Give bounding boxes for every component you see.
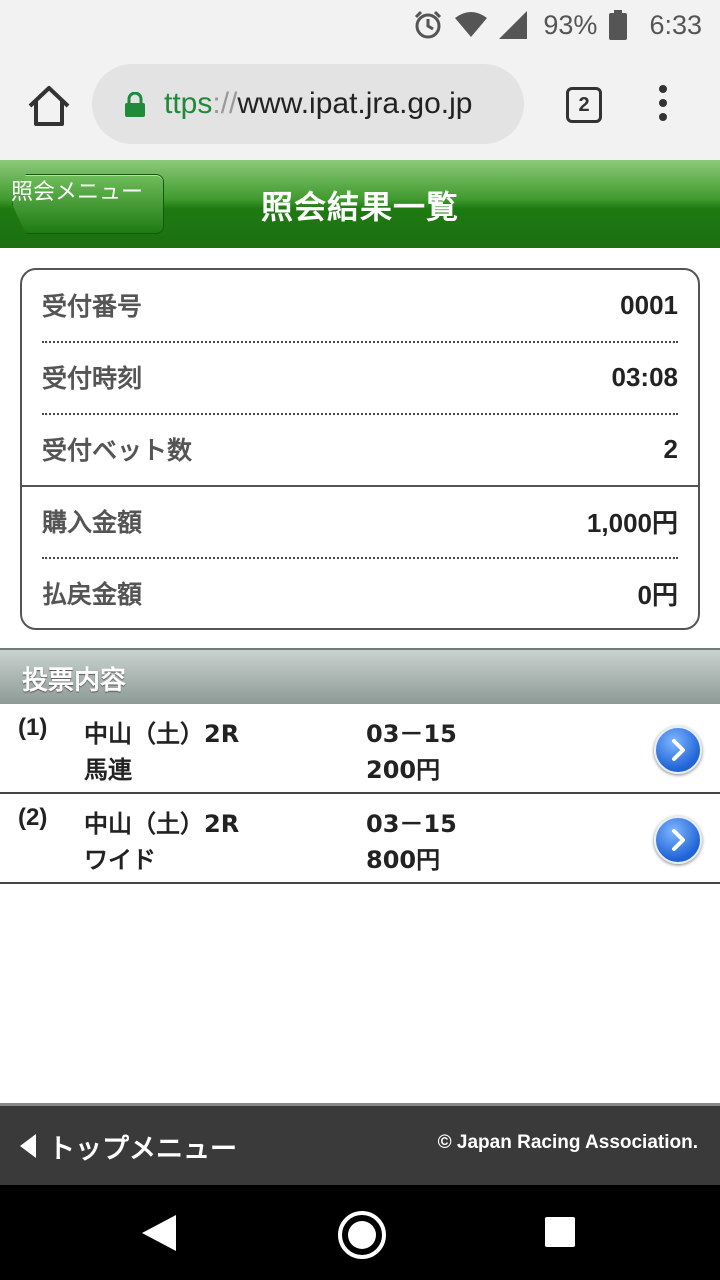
detail-arrow-button[interactable]: [654, 816, 702, 864]
bet-amount: 800円: [366, 846, 441, 874]
bet-number: (1): [18, 714, 48, 741]
chevron-right-icon: [672, 829, 685, 851]
lock-icon: [125, 92, 145, 117]
url-host: www.ipat.jra.go.jp: [237, 87, 473, 120]
battery-icon: [609, 10, 628, 40]
bet-contents-header: 投票内容: [0, 648, 720, 706]
detail-arrow-button[interactable]: [654, 726, 702, 774]
back-icon[interactable]: [140, 1213, 178, 1253]
bet-count-row: 受付ベット数 2: [42, 414, 678, 484]
row-label: 受付ベット数: [42, 436, 193, 465]
triangle-left-icon: [20, 1134, 36, 1158]
dot-icon: [659, 85, 667, 93]
page-footer: トップメニュー © Japan Racing Association.: [0, 1103, 720, 1188]
bet-list-item[interactable]: (1) 中山（土）2R 馬連 03－15 200円: [0, 704, 720, 794]
home-nav-button[interactable]: [338, 1211, 386, 1259]
url-bar[interactable]: ttps://www.ipat.jra.go.jp: [92, 64, 524, 144]
top-menu-label[interactable]: トップメニュー: [48, 1127, 237, 1166]
copyright-text: © Japan Racing Association.: [437, 1132, 698, 1153]
recents-button[interactable]: [545, 1217, 575, 1247]
tab-switcher-button[interactable]: 2: [566, 87, 602, 123]
overflow-menu-button[interactable]: [655, 85, 671, 125]
receipt-time-row: 受付時刻 03:08: [42, 342, 678, 412]
alarm-icon: [415, 10, 442, 39]
row-value: 03:08: [611, 361, 679, 392]
row-label: 購入金額: [42, 508, 143, 537]
bet-combination: 03－15: [366, 810, 457, 838]
payout-amount-row: 払戻金額 0円: [42, 558, 678, 628]
page-title: 照会結果一覧: [260, 188, 459, 226]
receipt-number-row: 受付番号 0001: [42, 270, 678, 340]
bet-type: ワイド: [84, 846, 156, 874]
battery-percent: 93%: [543, 9, 598, 40]
bet-type: 馬連: [84, 756, 132, 784]
home-button[interactable]: [26, 84, 72, 128]
row-value: 0円: [637, 579, 678, 610]
wifi-icon: [455, 12, 488, 37]
url-scheme: ttps: [164, 87, 213, 120]
home-icon: [28, 86, 70, 126]
browser-toolbar: ttps://www.ipat.jra.go.jp 2: [0, 50, 720, 160]
row-label: 受付時刻: [42, 364, 143, 393]
row-label: 受付番号: [42, 292, 143, 321]
receipt-summary-card: 受付番号 0001 受付時刻 03:08 受付ベット数 2 購入金額 1,000…: [20, 268, 700, 630]
bet-race: 中山（土）2R: [84, 720, 240, 748]
row-value: 0001: [620, 289, 678, 320]
url-separator: ://: [212, 87, 238, 120]
home-circle-icon: [348, 1221, 376, 1249]
section-title: 投票内容: [22, 666, 127, 696]
bet-race: 中山（土）2R: [84, 810, 240, 838]
dot-icon: [659, 113, 667, 121]
url-text: ttps://www.ipat.jra.go.jp: [164, 84, 472, 124]
status-icons: 93% 6:33: [413, 8, 702, 42]
purchase-amount-row: 購入金額 1,000円: [42, 486, 678, 556]
bet-amount: 200円: [366, 756, 441, 784]
bet-number: (2): [18, 804, 48, 831]
clock: 6:33: [649, 9, 702, 40]
status-bar: 93% 6:33: [0, 0, 720, 50]
row-label: 払戻金額: [42, 580, 143, 609]
bet-combination: 03－15: [366, 720, 457, 748]
bet-list-item[interactable]: (2) 中山（土）2R ワイド 03－15 800円: [0, 794, 720, 884]
dot-icon: [659, 99, 667, 107]
chevron-right-icon: [672, 739, 685, 761]
top-menu-link[interactable]: トップメニュー: [18, 1124, 237, 1168]
signal-icon: [499, 11, 528, 39]
row-value: 2: [663, 433, 678, 464]
page-header: 照会メニュー 照会結果一覧: [0, 160, 720, 248]
row-value: 1,000円: [586, 507, 678, 538]
system-nav-bar: [0, 1185, 720, 1280]
